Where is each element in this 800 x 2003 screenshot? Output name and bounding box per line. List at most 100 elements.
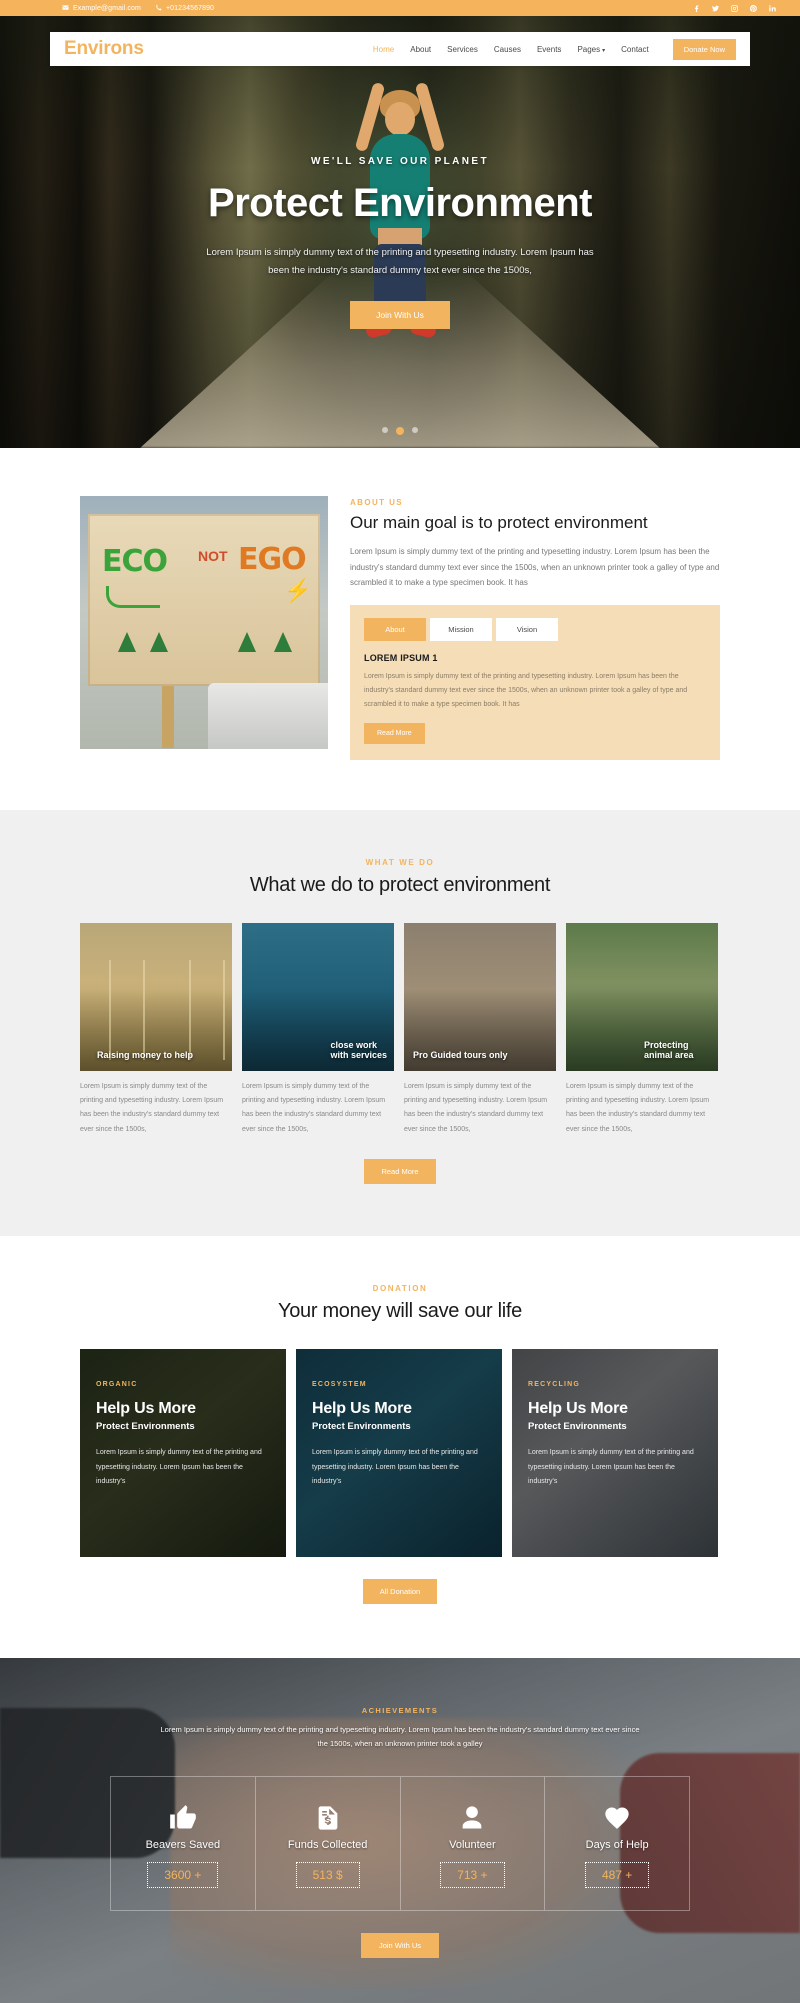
heart-icon	[545, 1801, 689, 1835]
tab-about[interactable]: About	[364, 617, 426, 641]
hero-join-button[interactable]: Join With Us	[350, 301, 450, 330]
tab-vision[interactable]: Vision	[496, 617, 558, 641]
primary-navigation: Home About Services Causes Events Pages ▾…	[373, 38, 736, 60]
service-card-title: Protecting animal area	[644, 1039, 694, 1060]
tree-icon	[238, 632, 256, 652]
tab-panel-text: Lorem Ipsum is simply dummy text of the …	[364, 672, 688, 708]
stat-label: Beavers Saved	[145, 1838, 221, 1851]
tree-icon	[118, 632, 136, 652]
donation-card-subheading: Protect Environments	[312, 1421, 411, 1433]
service-card-title: close work with services	[330, 1039, 387, 1060]
service-card-title: Raising money to help	[97, 1049, 194, 1060]
donation-section: DONATION Your money will save our life O…	[0, 1236, 800, 1659]
topbar-social-group	[692, 4, 786, 12]
donation-card[interactable]: ORGANIC Help Us More Protect Environment…	[80, 1349, 286, 1558]
donation-title: Your money will save our life	[277, 1300, 522, 1323]
hero-slider: Environs Home About Services Causes Even…	[0, 16, 800, 448]
donation-cards: ORGANIC Help Us More Protect Environment…	[80, 1349, 720, 1558]
envelope-icon	[62, 4, 69, 13]
hero-description: Lorem Ipsum is simply dummy text of the …	[206, 247, 594, 276]
service-card[interactable]: Raising money to help Lorem Ipsum is sim…	[80, 922, 232, 1137]
nav-item-pages[interactable]: Pages ▾	[577, 45, 605, 54]
eco-sign-board: ECO NOT EGO ⚡	[88, 514, 320, 686]
stat-label: Days of Help	[585, 1838, 649, 1851]
sign-text-eco: ECO	[102, 544, 168, 579]
slider-dot-3[interactable]	[412, 427, 418, 433]
donation-card-heading: Help Us More	[312, 1400, 412, 1418]
donation-card-text: Lorem Ipsum is simply dummy text of the …	[528, 1449, 694, 1485]
donation-card-subheading: Protect Environments	[528, 1421, 627, 1433]
service-card-title: Pro Guided tours only	[413, 1049, 508, 1060]
stat-item: Funds Collected 513 $	[256, 1776, 401, 1910]
nav-item-about[interactable]: About	[410, 45, 431, 54]
tab-panel-heading: LOREM IPSUM 1	[364, 652, 438, 663]
service-card-text: Lorem Ipsum is simply dummy text of the …	[242, 1082, 386, 1133]
nav-item-home[interactable]: Home	[373, 45, 394, 54]
topbar-email[interactable]: Example@gmail.com	[62, 4, 141, 13]
facebook-icon[interactable]	[692, 4, 700, 12]
stat-item: Volunteer 713 +	[401, 1776, 546, 1910]
service-card-text: Lorem Ipsum is simply dummy text of the …	[566, 1082, 710, 1133]
what-we-do-section: WHAT WE DO What we do to protect environ…	[0, 809, 800, 1237]
linkedin-icon[interactable]	[768, 4, 776, 12]
phone-icon	[155, 4, 162, 13]
service-card[interactable]: Protecting animal area Lorem Ipsum is si…	[566, 922, 718, 1137]
nav-item-causes[interactable]: Causes	[494, 45, 521, 54]
recycle-arrow-icon	[106, 586, 160, 608]
topbar-phone[interactable]: +01234567890	[155, 4, 214, 13]
stat-value: 3600 +	[147, 1861, 219, 1888]
service-card-thumb: Pro Guided tours only	[404, 922, 556, 1071]
site-logo[interactable]: Environs	[64, 38, 144, 60]
about-image: ECO NOT EGO ⚡	[80, 496, 328, 749]
sign-text-not: NOT	[198, 548, 228, 564]
nav-item-services[interactable]: Services	[447, 45, 478, 54]
nav-item-pages-label: Pages	[577, 44, 601, 54]
service-card-thumb: Raising money to help	[80, 922, 232, 1071]
what-we-do-read-more-button[interactable]: Read More	[364, 1159, 436, 1185]
service-card-text: Lorem Ipsum is simply dummy text of the …	[80, 1082, 224, 1133]
donation-card[interactable]: ECOSYSTEM Help Us More Protect Environme…	[296, 1349, 502, 1558]
donation-card-heading: Help Us More	[96, 1400, 196, 1418]
tab-mission[interactable]: Mission	[430, 617, 492, 641]
donation-card[interactable]: RECYCLING Help Us More Protect Environme…	[512, 1349, 718, 1558]
tree-icon	[274, 632, 292, 652]
about-text: Lorem Ipsum is simply dummy text of the …	[350, 547, 720, 588]
chevron-down-icon: ▾	[602, 47, 606, 54]
all-donation-button[interactable]: All Donation	[362, 1579, 438, 1605]
donation-card-subheading: Protect Environments	[96, 1421, 195, 1433]
stat-item: Beavers Saved 3600 +	[111, 1776, 256, 1910]
lightning-bolt-icon: ⚡	[284, 578, 312, 603]
stat-label: Volunteer	[449, 1838, 496, 1851]
about-tabs: About Mission Vision	[364, 617, 706, 641]
instagram-icon[interactable]	[730, 4, 738, 12]
nav-item-contact[interactable]: Contact	[621, 45, 649, 54]
stat-value: 513 $	[295, 1861, 360, 1888]
about-read-more-button[interactable]: Read More	[364, 722, 425, 744]
achievements-join-button[interactable]: Join With Us	[360, 1932, 440, 1958]
what-we-do-cards: Raising money to help Lorem Ipsum is sim…	[80, 922, 720, 1137]
pinterest-icon[interactable]	[749, 4, 757, 12]
service-card[interactable]: Pro Guided tours only Lorem Ipsum is sim…	[404, 922, 556, 1137]
donation-card-category: ECOSYSTEM	[312, 1381, 367, 1389]
service-card[interactable]: close work with services Lorem Ipsum is …	[242, 922, 394, 1137]
tree-icon	[150, 632, 168, 652]
stat-item: Days of Help 487 +	[545, 1777, 689, 1910]
invoice-dollar-icon	[256, 1801, 400, 1835]
background-van	[208, 683, 328, 749]
thumbs-up-icon	[111, 1801, 255, 1835]
main-navbar: Environs Home About Services Causes Even…	[50, 32, 750, 66]
what-we-do-kicker: WHAT WE DO	[365, 857, 435, 867]
service-card-thumb: Protecting animal area	[566, 922, 718, 1071]
twitter-icon[interactable]	[711, 4, 719, 12]
donation-card-category: ORGANIC	[96, 1381, 138, 1389]
achievements-description: Lorem Ipsum is simply dummy text of the …	[160, 1725, 640, 1749]
donation-kicker: DONATION	[372, 1284, 428, 1294]
nav-item-events[interactable]: Events	[537, 45, 561, 54]
donate-now-button[interactable]: Donate Now	[672, 38, 736, 60]
slider-dot-1[interactable]	[382, 427, 388, 433]
slider-dot-2[interactable]	[396, 427, 404, 435]
hero-kicker: WE'LL SAVE OUR PLANET	[311, 156, 489, 167]
donation-card-text: Lorem Ipsum is simply dummy text of the …	[312, 1449, 478, 1485]
hero-title: Protect Environment	[208, 181, 592, 225]
what-we-do-title: What we do to protect environment	[249, 873, 551, 896]
